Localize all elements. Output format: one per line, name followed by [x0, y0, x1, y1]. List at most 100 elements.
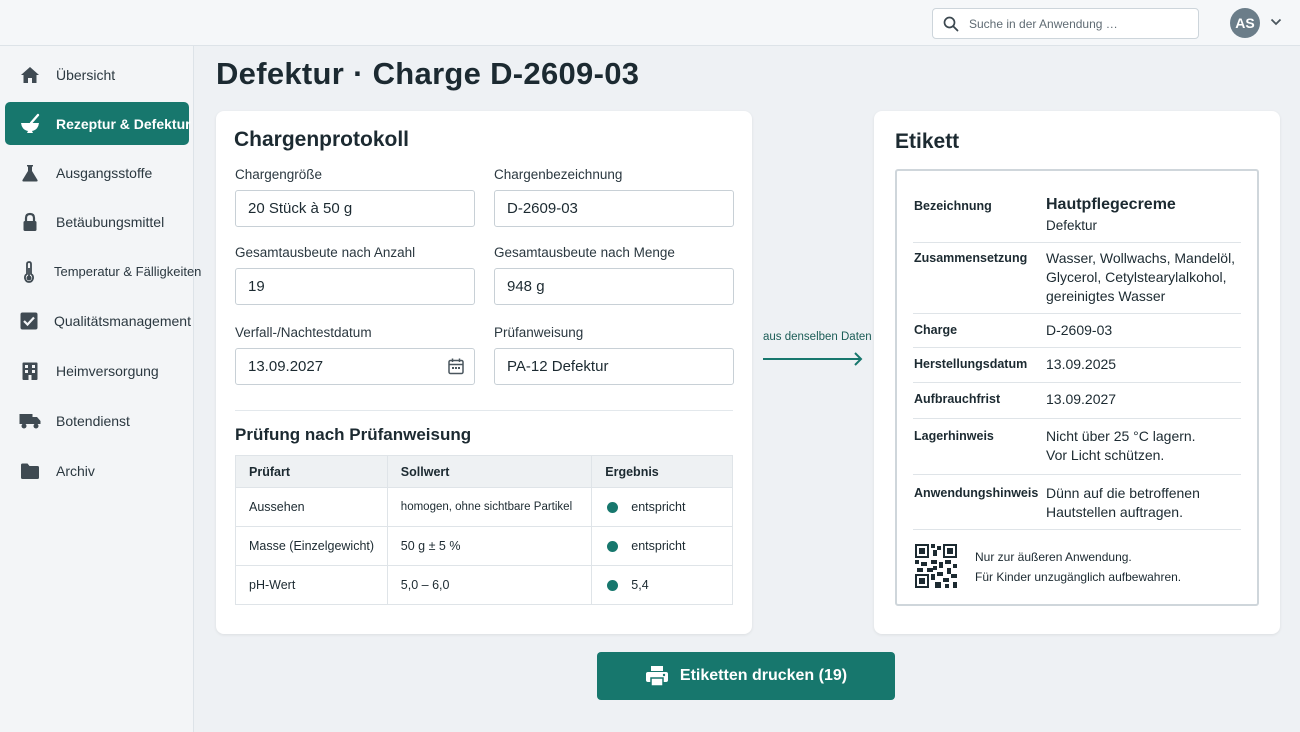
- label-card: Etikett Bezeichnung Hautpflegecreme Defe…: [874, 111, 1280, 634]
- table-row: Aussehen homogen, ohne sichtbare Partike…: [235, 487, 733, 527]
- yield-count-input[interactable]: [248, 278, 438, 295]
- test-instruction-label: Prüfanweisung: [494, 325, 584, 340]
- yield-count-field[interactable]: [235, 268, 475, 305]
- sidebar-item-label: Rezeptur & Defektur: [56, 115, 191, 132]
- protocol-title: Chargenprotokoll: [234, 128, 410, 151]
- result-text: 5,4: [631, 578, 649, 592]
- truck-icon: [19, 410, 41, 432]
- sidebar-item-label: Archiv: [56, 462, 95, 479]
- sidebar-item-label: Botendienst: [56, 412, 130, 429]
- label-row-batch: Charge D-2609-03: [913, 314, 1241, 348]
- label-row-manufacture-date: Herstellungsdatum 13.09.2025: [913, 348, 1241, 383]
- page-title: Defektur · Charge D-2609-03: [216, 56, 640, 91]
- label-value: Hautpflegecreme: [1046, 196, 1176, 213]
- test-section-title: Prüfung nach Prüfanweisung: [235, 425, 472, 444]
- mortar-pestle-icon: [19, 113, 41, 135]
- label-value-line: Vor Licht schützen.: [1046, 447, 1165, 463]
- batch-name-field[interactable]: [494, 190, 734, 227]
- chevron-down-icon[interactable]: [1270, 17, 1282, 27]
- top-bar: AS: [0, 0, 1300, 46]
- result-text: entspricht: [631, 500, 686, 514]
- label-value-line: Nicht über 25 °C lagern.: [1046, 428, 1196, 444]
- test-type-cell: Masse (Einzelgewicht): [235, 526, 388, 566]
- sidebar-item-archiv[interactable]: Archiv: [5, 449, 189, 492]
- label-sub-value: Defektur: [1046, 218, 1098, 233]
- folder-icon: [19, 460, 41, 482]
- batch-name-input[interactable]: [507, 200, 697, 217]
- flask-icon: [19, 162, 41, 184]
- label-key: Anwendungshinweis: [914, 486, 1039, 500]
- batch-size-label: Chargengröße: [235, 167, 323, 182]
- sidebar-item-qualitaetsmanagement[interactable]: Qualitätsmanagement: [5, 299, 191, 342]
- sidebar: Übersicht Rezeptur & Defektur Ausgangsst…: [0, 46, 201, 732]
- label-preview: Bezeichnung Hautpflegecreme Defektur Zus…: [895, 169, 1259, 606]
- label-key: Herstellungsdatum: [914, 357, 1028, 371]
- sidebar-item-betaeubungsmittel[interactable]: Betäubungsmittel: [5, 200, 189, 243]
- yield-amount-label: Gesamtausbeute nach Menge: [494, 245, 675, 260]
- status-dot: [607, 502, 619, 514]
- label-value-line: Wasser, Wollwachs, Mandelöl,: [1046, 250, 1236, 266]
- expiry-input[interactable]: [248, 358, 438, 375]
- calendar-icon[interactable]: [448, 358, 464, 375]
- label-value-line: Glycerol, Cetylstearylalkohol,: [1046, 269, 1227, 285]
- test-instruction-input[interactable]: [507, 358, 697, 375]
- sidebar-item-botendienst[interactable]: Botendienst: [5, 399, 189, 442]
- test-table: Prüfart Sollwert Ergebnis Aussehen homog…: [235, 455, 733, 605]
- label-key: Charge: [914, 323, 958, 337]
- test-instruction-field[interactable]: [494, 348, 734, 385]
- sidebar-item-temperatur[interactable]: Temperatur & Fälligkeiten: [5, 250, 201, 293]
- result-cell: entspricht: [591, 487, 733, 527]
- batch-size-input[interactable]: [248, 200, 438, 217]
- batch-protocol-card: Chargenprotokoll Chargengröße Chargenbez…: [216, 111, 752, 634]
- sidebar-item-label: Qualitätsmanagement: [54, 312, 191, 329]
- label-row-designation: Bezeichnung Hautpflegecreme Defektur: [913, 185, 1241, 243]
- search-box[interactable]: [932, 8, 1199, 39]
- label-title: Etikett: [895, 130, 960, 153]
- sidebar-item-rezeptur-defektur[interactable]: Rezeptur & Defektur: [5, 102, 191, 145]
- print-labels-button[interactable]: Etiketten drucken (19): [597, 652, 895, 700]
- label-value: D-2609-03: [1046, 322, 1113, 338]
- batch-size-field[interactable]: [235, 190, 475, 227]
- building-icon: [19, 360, 41, 382]
- table-row: pH-Wert 5,0 – 6,0 5,4: [235, 565, 733, 605]
- print-button-label: Etiketten drucken (19): [679, 667, 848, 684]
- test-type-cell: pH-Wert: [235, 565, 388, 605]
- search-input[interactable]: [969, 16, 1169, 31]
- table-header-row: Prüfart Sollwert Ergebnis: [235, 455, 733, 488]
- sidebar-item-heimversorgung[interactable]: Heimversorgung: [5, 349, 189, 392]
- target-value-cell: homogen, ohne sichtbare Partikel: [386, 487, 593, 527]
- label-value-line: gereinigtes Wasser: [1046, 288, 1166, 304]
- result-cell: 5,4: [591, 565, 733, 605]
- sidebar-item-label: Heimversorgung: [56, 362, 159, 379]
- label-row-storage: Lagerhinweis Nicht über 25 °C lagern. Vo…: [913, 419, 1241, 475]
- arrow-label: aus denselben Daten: [763, 331, 872, 343]
- expiry-field[interactable]: [235, 348, 475, 385]
- sidebar-item-ausgangsstoffe[interactable]: Ausgangsstoffe: [5, 151, 189, 194]
- search-icon: [943, 16, 959, 31]
- column-header: Sollwert: [386, 455, 593, 488]
- table-row: Masse (Einzelgewicht) 50 g ± 5 % entspri…: [235, 526, 733, 566]
- footnote-line: Für Kinder unzugänglich aufbewahren.: [975, 570, 1182, 584]
- result-cell: entspricht: [591, 526, 733, 566]
- label-row-use-by: Aufbrauchfrist 13.09.2027: [913, 383, 1241, 419]
- avatar[interactable]: AS: [1230, 8, 1260, 38]
- label-key: Aufbrauchfrist: [914, 392, 1001, 406]
- label-key: Lagerhinweis: [914, 429, 994, 443]
- sidebar-item-overview[interactable]: Übersicht: [5, 53, 189, 96]
- label-value: 13.09.2025: [1046, 356, 1117, 372]
- batch-name-label: Chargenbezeichnung: [494, 167, 623, 182]
- sidebar-item-label: Betäubungsmittel: [56, 213, 165, 230]
- footnote-line: Nur zur äußeren Anwendung.: [975, 550, 1132, 564]
- yield-amount-field[interactable]: [494, 268, 734, 305]
- result-text: entspricht: [631, 539, 686, 553]
- sidebar-item-label: Übersicht: [56, 66, 116, 83]
- target-value-cell: 50 g ± 5 %: [386, 526, 593, 566]
- expiry-label: Verfall-/Nachtestdatum: [235, 325, 372, 340]
- arrow-right-icon: [763, 352, 863, 366]
- section-divider: [235, 410, 733, 411]
- thermometer-icon: [19, 260, 39, 283]
- lock-icon: [19, 211, 41, 233]
- yield-amount-input[interactable]: [507, 278, 697, 295]
- test-type-cell: Aussehen: [235, 487, 388, 527]
- sidebar-item-label: Temperatur & Fälligkeiten: [54, 264, 202, 279]
